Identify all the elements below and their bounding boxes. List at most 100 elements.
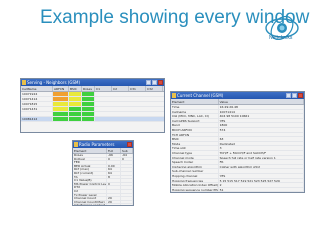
channel-window-titlebar[interactable]: Current Channel (GSM) [171, 92, 304, 99]
radio-parameters-window[interactable]: Radio Parameters Element Full Sub RxLev -… [72, 140, 134, 206]
column-header[interactable]: CellName [21, 86, 53, 91]
element-label: CGI (MCC, MNC, LAC, CI) [171, 114, 219, 118]
element-value: YES [219, 173, 304, 178]
element-label: Band [171, 123, 219, 127]
element-value: 29 [107, 197, 121, 200]
element-value [107, 179, 121, 182]
table-cell [82, 92, 95, 96]
element-label: Interference readout [73, 204, 107, 205]
element-label: Mode [171, 141, 219, 146]
table-cell [53, 97, 69, 101]
element-label: Speech Codec [171, 160, 219, 164]
element-value: Speech full rate or half rate version 1 [219, 155, 304, 160]
table-cell [53, 102, 69, 106]
element-value: -64 [121, 154, 133, 157]
channel-window-title: Current Channel (GSM) [177, 93, 224, 98]
table-cell [82, 97, 95, 101]
element-label: Channel Count(Max) [73, 200, 107, 204]
element-value: -66 [107, 154, 121, 157]
table-cell [69, 107, 82, 111]
element-label: Hopping sequence number(HSN) [172, 187, 219, 192]
cell-name: 10071815 [21, 102, 53, 106]
close-icon[interactable] [298, 93, 303, 98]
table-row[interactable]: Hopping sequence number(HSN) 51 [171, 187, 304, 192]
element-label: BSIC [171, 137, 219, 141]
element-value [219, 132, 304, 137]
window-icon [22, 80, 26, 85]
cell-name [21, 112, 53, 116]
element-label: MS Power Control Level [74, 182, 107, 186]
element-value: 2 [219, 183, 304, 187]
table-cell [69, 97, 82, 101]
element-value: 404 98 5100 10661 [219, 114, 304, 118]
table-row[interactable]: 10081412 [21, 117, 164, 122]
column-header[interactable]: Element [73, 148, 107, 153]
element-value [121, 175, 133, 179]
logo-text: Nettekniks [269, 35, 293, 41]
column-header[interactable]: Full [107, 148, 121, 153]
minimize-icon[interactable] [146, 80, 151, 85]
minimize-icon[interactable] [286, 93, 291, 98]
table-cell [82, 107, 95, 111]
column-header[interactable]: C2 [112, 86, 129, 91]
column-header[interactable]: Value [219, 99, 304, 104]
column-header[interactable]: RxLev [82, 86, 95, 91]
table-cell [53, 112, 69, 116]
element-label: Hopping channel [171, 173, 219, 178]
element-value [121, 161, 133, 164]
column-header[interactable]: Element [171, 99, 219, 104]
element-value: 0 [107, 182, 121, 186]
element-label: Time slot [171, 146, 219, 150]
table-row[interactable]: Interference readout [73, 204, 133, 205]
column-header[interactable]: BSIC [69, 86, 82, 91]
column-header[interactable]: Sub [121, 148, 133, 153]
channel-table-body: Time 16:29:26.48 Cellname 10071414 CGI (MCC,… [171, 105, 304, 192]
element-label: Hopping frequencies [171, 178, 219, 183]
table-cell [53, 107, 69, 111]
table-cell [82, 102, 95, 106]
element-value: 3 [219, 146, 304, 150]
element-value: FR [219, 160, 304, 164]
element-value: 10071414 [219, 109, 304, 114]
element-value [121, 171, 133, 175]
maximize-icon[interactable] [152, 80, 157, 85]
element-value: 0.00 [107, 164, 121, 168]
element-label: Channel Count [73, 197, 107, 200]
neighbors-window[interactable]: Serving - Neighbors (GSM) CellName ARFCN… [20, 78, 165, 133]
radio-window-titlebar[interactable]: Radio Parameters [73, 141, 133, 148]
element-label: Mobile Allocation Index Offset(MAIO) [172, 183, 219, 187]
cell-name: 10071414 [21, 97, 53, 101]
close-icon[interactable] [158, 80, 163, 85]
table-cell [69, 102, 82, 106]
element-label: Tx Power Level [73, 193, 107, 197]
close-icon[interactable] [127, 142, 132, 147]
neighbors-window-titlebar[interactable]: Serving - Neighbors (GSM) [21, 79, 164, 86]
element-label: BCCH ARFCN [171, 127, 219, 132]
element-value [121, 179, 133, 182]
table-cell [53, 117, 69, 121]
table-cell [69, 117, 82, 121]
element-value: 29 [107, 200, 121, 204]
cell-name: 10071431 [21, 107, 53, 111]
element-label: Channel mode [171, 155, 219, 160]
element-value [107, 186, 121, 189]
element-value [121, 182, 133, 186]
column-header[interactable]: ARFCN [53, 86, 69, 91]
element-label: TA [73, 175, 107, 179]
element-value: 5 15 515 517 519 521 523 525 527 529 [219, 178, 304, 183]
element-value: Dedicated [219, 141, 304, 146]
element-value [107, 204, 121, 205]
cell-name: 10071924 [21, 92, 53, 96]
neighbors-window-title: Serving - Neighbors (GSM) [27, 80, 81, 85]
column-header[interactable]: C1 [95, 86, 112, 91]
element-value [121, 193, 133, 197]
element-label: TCH ARFCN [171, 132, 219, 137]
maximize-icon[interactable] [292, 93, 297, 98]
current-channel-window[interactable]: Current Channel (GSM) Element Value Time… [170, 91, 305, 193]
column-header[interactable]: C31 [129, 86, 146, 91]
column-header[interactable]: C32 [146, 86, 163, 91]
radio-table-body: RxLev -66 -64 RxQual 0 0 FER BER Actual 0.00 RLT … [73, 154, 133, 205]
element-value: TCH/F + FACCH/F and SACCH/F [219, 150, 304, 155]
table-cell [69, 112, 82, 116]
table-cell [53, 92, 69, 96]
